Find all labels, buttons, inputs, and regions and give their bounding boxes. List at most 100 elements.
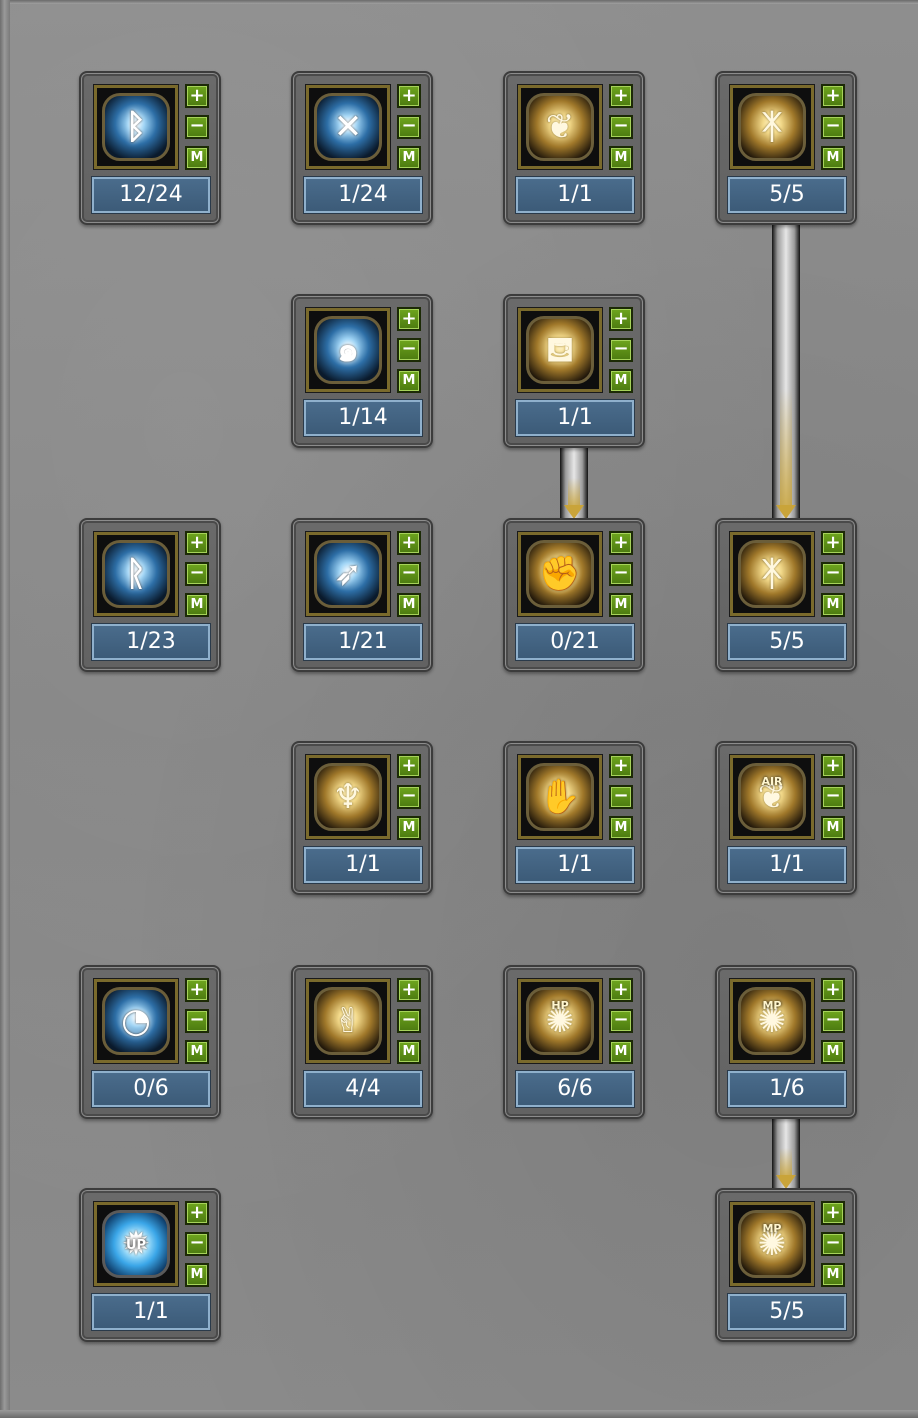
skill-level-display: 12/24 [92, 177, 210, 213]
max-level-button[interactable]: M [185, 593, 209, 617]
decrease-level-button[interactable]: − [185, 562, 209, 586]
mp-recovery-icon[interactable]: MP ✺ [738, 987, 806, 1055]
max-level-button[interactable]: M [185, 1040, 209, 1064]
increase-level-button[interactable]: + [821, 978, 845, 1002]
increase-level-button[interactable]: + [185, 978, 209, 1002]
icon-glyph: ➶ [333, 554, 363, 594]
lightning-rune-icon[interactable]: ᛒ [102, 93, 170, 161]
decrease-level-button[interactable]: − [821, 115, 845, 139]
skill-icon-frame[interactable]: ◔ [94, 979, 178, 1063]
max-level-button[interactable]: M [609, 146, 633, 170]
rune-circle-icon[interactable]: ᛡ [738, 540, 806, 608]
decrease-level-button[interactable]: − [609, 1009, 633, 1033]
skill-icon-frame[interactable]: ๑ [306, 308, 390, 392]
decrease-level-button[interactable]: − [821, 785, 845, 809]
max-level-button[interactable]: M [821, 1263, 845, 1287]
max-level-button[interactable]: M [821, 593, 845, 617]
bow-arrow-icon[interactable]: ➶ [314, 540, 382, 608]
skill-icon-frame[interactable]: ᛒ [94, 85, 178, 169]
decrease-level-button[interactable]: − [609, 785, 633, 809]
dancing-figure-icon[interactable]: ✌ [314, 987, 382, 1055]
max-level-button[interactable]: M [397, 369, 421, 393]
max-level-button[interactable]: M [609, 369, 633, 393]
decrease-level-button[interactable]: − [185, 1232, 209, 1256]
crossed-swords-icon[interactable]: ✕ [314, 93, 382, 161]
increase-level-button[interactable]: + [821, 531, 845, 555]
prerequisite-arrow-rune-to-rune [772, 224, 800, 519]
hp-recovery-icon[interactable]: HP ✺ [526, 987, 594, 1055]
increase-level-button[interactable]: + [397, 978, 421, 1002]
skill-icon-frame[interactable]: ᚱ [94, 532, 178, 616]
max-level-button[interactable]: M [397, 816, 421, 840]
skill-icon-frame[interactable]: MP ✺ [730, 979, 814, 1063]
increase-level-button[interactable]: + [821, 84, 845, 108]
level-up-icon[interactable]: UP ✹ [102, 1210, 170, 1278]
spiral-eye-icon[interactable]: ◔ [102, 987, 170, 1055]
skill-icon-frame[interactable]: ✋ [518, 755, 602, 839]
max-level-button[interactable]: M [609, 1040, 633, 1064]
max-level-button[interactable]: M [609, 593, 633, 617]
increase-level-button[interactable]: + [397, 531, 421, 555]
increase-level-button[interactable]: + [609, 754, 633, 778]
decrease-level-button[interactable]: − [821, 562, 845, 586]
swirl-arm-icon[interactable]: ๑ [314, 316, 382, 384]
skill-icon-frame[interactable]: ⛾ [518, 308, 602, 392]
decrease-level-button[interactable]: − [397, 115, 421, 139]
max-level-button[interactable]: M [397, 146, 421, 170]
decrease-level-button[interactable]: − [397, 562, 421, 586]
increase-level-button[interactable]: + [609, 978, 633, 1002]
decrease-level-button[interactable]: − [185, 115, 209, 139]
max-level-button[interactable]: M [821, 1040, 845, 1064]
max-level-button[interactable]: M [185, 146, 209, 170]
max-level-button[interactable]: M [821, 816, 845, 840]
increase-level-button[interactable]: + [609, 531, 633, 555]
increase-level-button[interactable]: + [185, 1201, 209, 1225]
increase-level-button[interactable]: + [609, 84, 633, 108]
increase-level-button[interactable]: + [185, 84, 209, 108]
increase-level-button[interactable]: + [821, 754, 845, 778]
decrease-level-button[interactable]: − [821, 1009, 845, 1033]
fist-icon[interactable]: ✊ [526, 540, 594, 608]
decrease-level-button[interactable]: − [609, 562, 633, 586]
decrease-level-button[interactable]: − [821, 1232, 845, 1256]
icon-badge-text: HP [551, 999, 569, 1012]
icon-glyph: ᛡ [761, 554, 783, 594]
skill-icon-frame[interactable]: ᛡ [730, 532, 814, 616]
increase-level-button[interactable]: + [397, 754, 421, 778]
increase-level-button[interactable]: + [609, 307, 633, 331]
skill-icon-frame[interactable]: MP ✺ [730, 1202, 814, 1286]
decrease-level-button[interactable]: − [185, 1009, 209, 1033]
skill-icon-frame[interactable]: AIR ❦ [730, 755, 814, 839]
skill-icon-frame[interactable]: ♆ [306, 755, 390, 839]
max-level-button[interactable]: M [609, 816, 633, 840]
increase-level-button[interactable]: + [185, 531, 209, 555]
decrease-level-button[interactable]: − [397, 338, 421, 362]
max-level-button[interactable]: M [821, 146, 845, 170]
air-wing-icon[interactable]: AIR ❦ [738, 763, 806, 831]
wing-crest-icon[interactable]: ❦ [526, 93, 594, 161]
skill-icon-frame[interactable]: ✊ [518, 532, 602, 616]
decrease-level-button[interactable]: − [397, 785, 421, 809]
skill-icon-frame[interactable]: ✕ [306, 85, 390, 169]
max-level-button[interactable]: M [397, 593, 421, 617]
skill-icon-frame[interactable]: ᛡ [730, 85, 814, 169]
decrease-level-button[interactable]: − [609, 338, 633, 362]
skill-icon-frame[interactable]: UP ✹ [94, 1202, 178, 1286]
decrease-level-button[interactable]: − [397, 1009, 421, 1033]
flexed-arm-icon[interactable]: ✋ [526, 763, 594, 831]
max-level-button[interactable]: M [185, 1263, 209, 1287]
increase-level-button[interactable]: + [397, 307, 421, 331]
lightning-chain-icon[interactable]: ᚱ [102, 540, 170, 608]
boot-icon[interactable]: ⛾ [526, 316, 594, 384]
decrease-level-button[interactable]: − [609, 115, 633, 139]
skill-icon-frame[interactable]: HP ✺ [518, 979, 602, 1063]
increase-level-button[interactable]: + [821, 1201, 845, 1225]
rune-circle-icon[interactable]: ᛡ [738, 93, 806, 161]
skill-icon-frame[interactable]: ✌ [306, 979, 390, 1063]
heroic-figure-icon[interactable]: ♆ [314, 763, 382, 831]
mp-boost-icon[interactable]: MP ✺ [738, 1210, 806, 1278]
max-level-button[interactable]: M [397, 1040, 421, 1064]
increase-level-button[interactable]: + [397, 84, 421, 108]
skill-icon-frame[interactable]: ➶ [306, 532, 390, 616]
skill-icon-frame[interactable]: ❦ [518, 85, 602, 169]
